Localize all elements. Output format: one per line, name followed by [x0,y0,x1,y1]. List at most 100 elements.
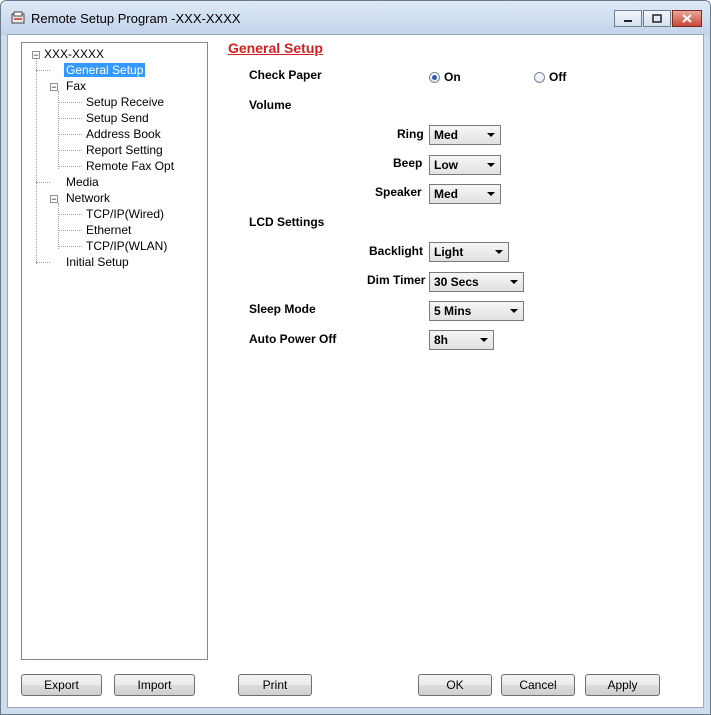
volume-label: Volume [249,98,292,112]
speaker-label: Speaker [375,185,422,199]
ring-select[interactable]: Med [429,125,501,145]
tree-connector [58,134,82,135]
tree-connector [58,246,82,247]
tree-item-network[interactable]: Network [64,191,112,206]
tree-connector [36,182,50,183]
tree-connector [58,203,59,249]
tree-connector [58,150,82,151]
dim-timer-select[interactable]: 30 Secs [429,272,524,292]
collapse-icon[interactable]: − [50,83,58,92]
tree-item-address-book[interactable]: Address Book [84,127,163,142]
minimize-button[interactable] [614,10,642,27]
dropdown-arrow-icon [487,192,495,196]
tree-item-label: Fax [66,79,87,93]
dropdown-arrow-icon [495,250,503,254]
sleep-mode-value: 5 Mins [434,304,472,318]
radio-label: Off [549,70,567,84]
tree-connector [58,166,82,167]
beep-select[interactable]: Low [429,155,501,175]
panel-title: General Setup [228,40,323,56]
maximize-button[interactable] [643,10,671,27]
client-area: − XXX-XXXX General Setup − Fax Setup Rec… [7,34,704,708]
tree-item-label: Setup Send [86,111,149,125]
close-icon [682,14,692,23]
apply-button[interactable]: Apply [585,674,660,696]
dim-timer-value: 30 Secs [434,275,479,289]
window-title: Remote Setup Program -XXX-XXXX [31,11,241,26]
close-button[interactable] [672,10,702,27]
backlight-select[interactable]: Light [429,242,509,262]
backlight-value: Light [434,245,464,259]
tree-item-setup-send[interactable]: Setup Send [84,111,151,126]
tree-item-label: Setup Receive [86,95,165,109]
collapse-icon[interactable]: − [50,195,58,204]
tree-item-general-setup[interactable]: General Setup [62,62,147,78]
dropdown-arrow-icon [487,163,495,167]
tree-connector [36,70,50,71]
cancel-button[interactable]: Cancel [501,674,575,696]
tree-item-label: Report Setting [86,143,163,157]
sleep-mode-label: Sleep Mode [249,302,316,316]
tree-connector [58,102,82,103]
auto-power-off-select[interactable]: 8h [429,330,494,350]
tree-item-media[interactable]: Media [64,175,101,190]
beep-label: Beep [393,156,423,170]
speaker-select[interactable]: Med [429,184,501,204]
import-button[interactable]: Import [114,674,195,696]
auto-power-off-label: Auto Power Off [249,332,337,346]
auto-power-off-value: 8h [434,333,449,347]
backlight-label: Backlight [369,244,424,258]
dropdown-arrow-icon [480,338,488,342]
tree-item-initial-setup[interactable]: Initial Setup [64,255,131,270]
title-bar[interactable]: Remote Setup Program -XXX-XXXX [1,1,710,35]
speaker-value: Med [434,187,458,201]
settings-tree[interactable]: − XXX-XXXX General Setup − Fax Setup Rec… [21,42,208,660]
beep-value: Low [434,158,458,172]
ring-value: Med [434,128,458,142]
radio-selected-icon [429,71,440,83]
app-window: Remote Setup Program -XXX-XXXX − XXX-XXX… [0,0,711,715]
radio-unselected-icon [534,71,545,83]
tree-item-tcpip-wired[interactable]: TCP/IP(Wired) [84,207,166,222]
tree-item-setup-receive[interactable]: Setup Receive [84,95,166,110]
tree-item-label: Ethernet [86,223,132,237]
dropdown-arrow-icon [487,133,495,137]
ok-button[interactable]: OK [418,674,492,696]
tree-item-label: Initial Setup [66,255,129,269]
ring-label: Ring [397,127,424,141]
print-button[interactable]: Print [238,674,312,696]
dropdown-arrow-icon [510,309,518,313]
radio-label: On [444,70,461,84]
tree-item-label: Network [66,191,111,205]
export-button[interactable]: Export [21,674,102,696]
check-paper-on-radio[interactable]: On [429,70,461,84]
tree-root[interactable]: XXX-XXXX [42,47,106,62]
tree-item-fax[interactable]: Fax [64,79,88,94]
tree-connector [58,214,82,215]
tree-connector [36,262,50,263]
tree-connector [58,230,82,231]
tree-item-report-setting[interactable]: Report Setting [84,143,165,158]
tree-item-label: TCP/IP(Wired) [86,207,164,221]
check-paper-off-radio[interactable]: Off [534,70,566,84]
tree-connector [58,118,82,119]
app-icon [11,11,25,24]
tree-item-label: Media [66,175,99,189]
sleep-mode-select[interactable]: 5 Mins [429,301,524,321]
tree-item-ethernet[interactable]: Ethernet [84,223,133,238]
tree-item-label: Remote Fax Opt [86,159,175,173]
tree-item-label: TCP/IP(WLAN) [86,239,168,253]
dim-timer-label: Dim Timer [367,273,426,287]
lcd-settings-label: LCD Settings [249,215,325,229]
check-paper-label: Check Paper [249,68,322,82]
tree-item-remote-fax-opt[interactable]: Remote Fax Opt [84,159,176,174]
minimize-icon [624,19,632,22]
collapse-icon[interactable]: − [32,51,40,60]
tree-item-tcpip-wlan[interactable]: TCP/IP(WLAN) [84,239,169,254]
dropdown-arrow-icon [510,280,518,284]
maximize-icon [652,14,662,23]
tree-item-label: Address Book [86,127,161,141]
tree-connector [36,57,37,264]
tree-root-label: XXX-XXXX [44,47,105,61]
tree-item-label: General Setup [62,62,147,78]
